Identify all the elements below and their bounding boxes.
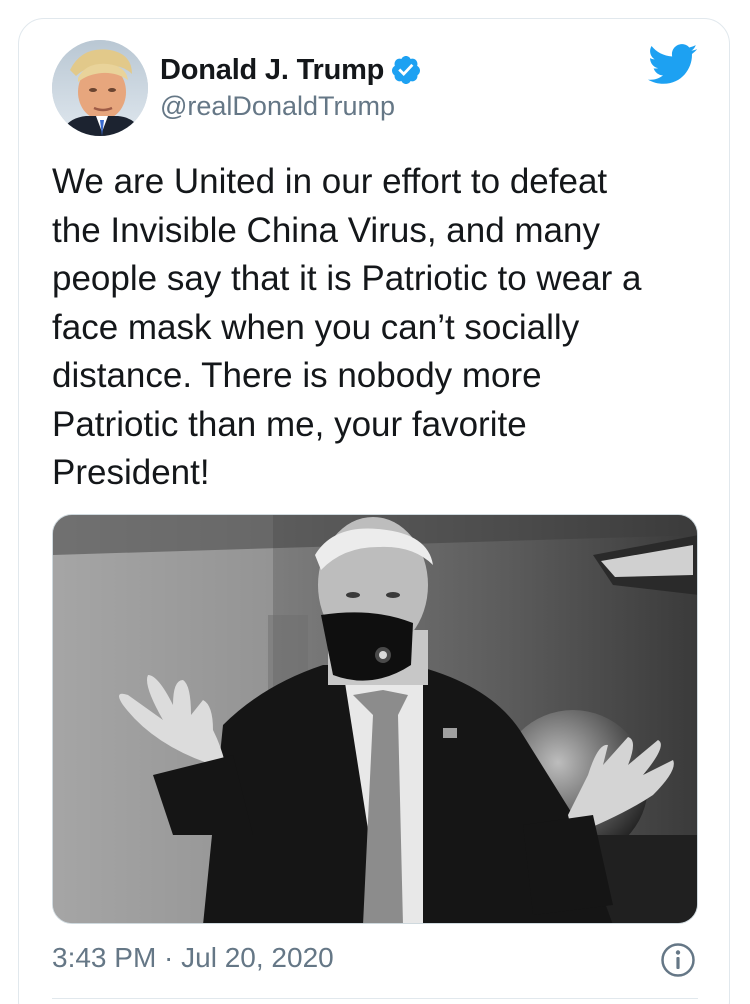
divider [52,998,698,999]
tweet-text: We are United in our effort to defeat th… [52,162,642,492]
twitter-bird-icon[interactable] [648,44,698,86]
tweet-timestamp[interactable]: 3:43 PM · Jul 20, 2020 [52,942,334,974]
info-icon[interactable] [660,942,696,978]
author-name-row[interactable]: Donald J. Trump [160,52,422,88]
author-handle[interactable]: @realDonaldTrump [160,91,395,122]
photo-image [53,515,697,923]
tweet-photo[interactable] [52,514,698,924]
author-display-name[interactable]: Donald J. Trump [160,54,384,87]
verified-badge-icon [390,54,422,86]
avatar[interactable] [52,40,148,136]
avatar-image [52,40,148,136]
